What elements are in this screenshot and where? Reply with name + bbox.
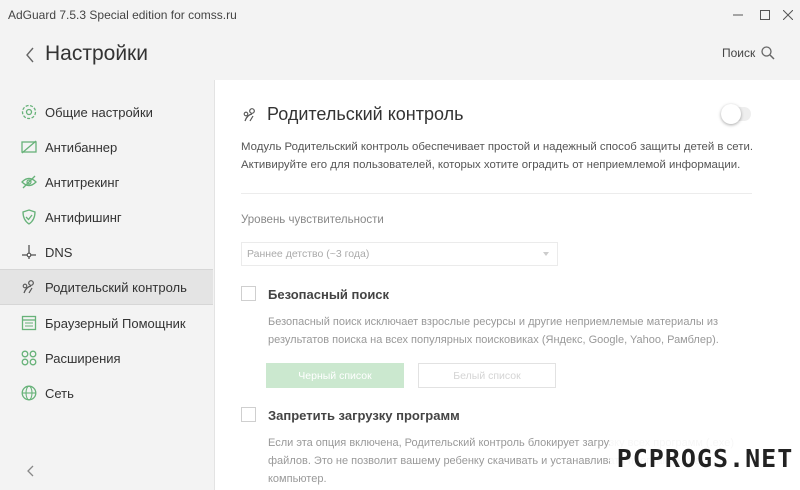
sensitivity-label: Уровень чувствительности <box>241 214 384 226</box>
title-bar: AdGuard 7.5.3 Special edition for comss.… <box>0 0 800 30</box>
gear-icon <box>20 103 38 121</box>
description-line: Модуль Родительский контроль обеспечивае… <box>241 141 754 153</box>
page-title: Настройки <box>45 42 148 65</box>
back-button[interactable] <box>22 44 38 66</box>
sidebar-item-extensions[interactable]: Расширения <box>0 340 213 376</box>
parental-control-toggle[interactable] <box>721 104 751 124</box>
window-title: AdGuard 7.5.3 Special edition for comss.… <box>8 8 237 22</box>
collapse-sidebar-button[interactable] <box>22 462 38 480</box>
sidebar-item-label: Антитрекинг <box>45 174 120 190</box>
parental-icon <box>243 107 255 121</box>
divider <box>241 193 752 194</box>
sensitivity-value: Раннее детство (~3 года) <box>247 248 370 260</box>
sidebar-item-general[interactable]: Общие настройки <box>0 94 213 130</box>
globe-icon <box>20 384 38 402</box>
parental-icon <box>20 278 38 296</box>
browser-icon <box>20 314 38 332</box>
sidebar-item-label: Антибаннер <box>45 139 118 155</box>
chevron-left-icon <box>27 465 34 477</box>
antibanner-icon <box>20 138 38 156</box>
blacklist-button[interactable]: Черный список <box>266 363 404 388</box>
chevron-left-icon <box>26 47 34 63</box>
sidebar-item-label: Общие настройки <box>45 104 153 120</box>
description-line: Безопасный поиск исключает взрослые ресу… <box>268 316 719 328</box>
chevron-down-icon <box>543 252 549 256</box>
sidebar-item-browser-assistant[interactable]: Браузерный Помощник <box>0 305 213 341</box>
search-label: Поиск <box>722 46 756 60</box>
sidebar: Общие настройки Антибаннер Антитрекинг А… <box>0 80 215 490</box>
dns-icon <box>20 243 38 261</box>
maximize-button[interactable] <box>755 5 775 25</box>
parental-control-panel: Родительский контроль Модуль Родительски… <box>216 80 800 490</box>
watermark: PCPROGS.NET <box>610 438 800 478</box>
shield-check-icon <box>20 208 38 226</box>
block-downloads-title[interactable]: Запретить загрузку программ <box>268 408 460 423</box>
sidebar-item-label: DNS <box>45 244 73 260</box>
sidebar-item-label: Браузерный Помощник <box>45 315 186 331</box>
close-icon <box>783 10 793 20</box>
search-icon <box>761 46 775 60</box>
sidebar-item-antitracking[interactable]: Антитрекинг <box>0 164 213 200</box>
sidebar-item-network[interactable]: Сеть <box>0 375 213 411</box>
minimize-icon <box>733 14 743 16</box>
toggle-knob <box>721 104 741 124</box>
sidebar-item-label: Родительский контроль <box>45 279 187 295</box>
safe-search-title[interactable]: Безопасный поиск <box>268 287 389 302</box>
sidebar-item-label: Антифишинг <box>45 209 122 225</box>
sidebar-item-dns[interactable]: DNS <box>0 234 213 270</box>
extensions-icon <box>20 349 38 367</box>
sidebar-item-antiphishing[interactable]: Антифишинг <box>0 199 213 235</box>
description-line: Активируйте его для пользователей, котор… <box>241 159 741 171</box>
sidebar-item-parental-control[interactable]: Родительский контроль <box>0 269 213 305</box>
sidebar-item-label: Расширения <box>45 350 121 366</box>
sidebar-item-label: Сеть <box>45 385 74 401</box>
minimize-button[interactable] <box>728 5 748 25</box>
sidebar-item-antibanner[interactable]: Антибаннер <box>0 129 213 165</box>
section-description: Модуль Родительский контроль обеспечивае… <box>241 138 761 174</box>
close-button[interactable] <box>778 5 798 25</box>
eye-slash-icon <box>20 173 38 191</box>
block-downloads-checkbox[interactable] <box>241 407 256 422</box>
search-button[interactable]: Поиск <box>722 46 775 60</box>
section-title-text: Родительский контроль <box>267 104 464 124</box>
sensitivity-select[interactable]: Раннее детство (~3 года) <box>241 242 558 266</box>
safe-search-description: Безопасный поиск исключает взрослые ресу… <box>268 313 719 349</box>
section-title: Родительский контроль <box>241 104 464 125</box>
safe-search-checkbox[interactable] <box>241 286 256 301</box>
maximize-icon <box>760 10 770 20</box>
whitelist-button[interactable]: Белый список <box>418 363 556 388</box>
description-line: результатов поиска на всех популярных по… <box>268 334 719 346</box>
settings-header: Настройки Поиск <box>0 30 800 80</box>
